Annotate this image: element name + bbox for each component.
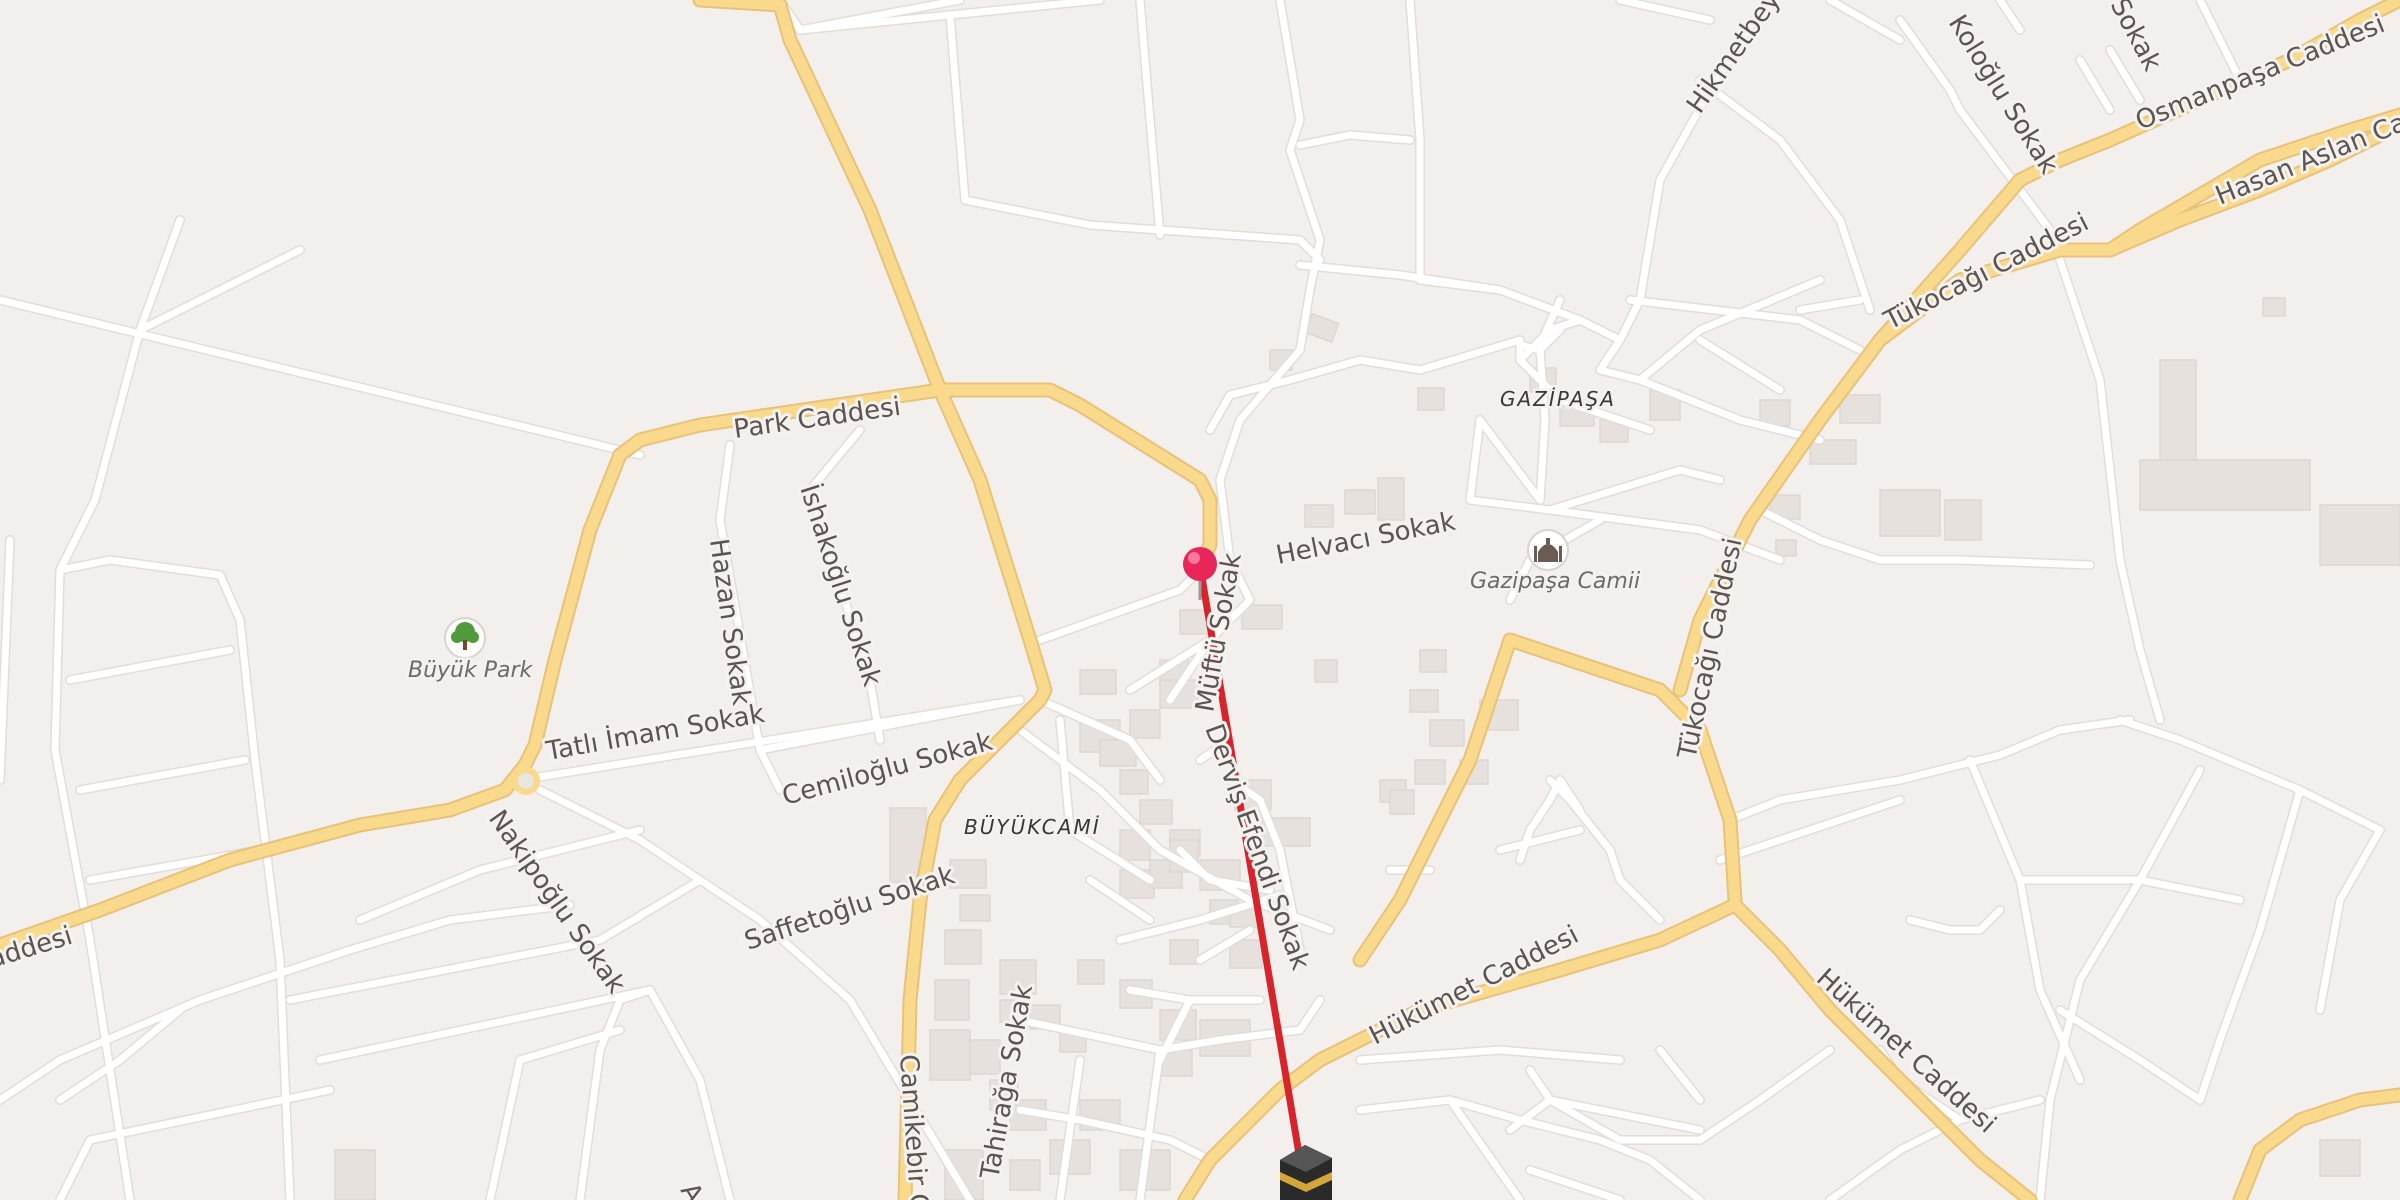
district-label-gazipasa: GAZİPAŞA (1500, 387, 1616, 411)
district-label-buyukcami: BÜYÜKCAMİ (964, 815, 1101, 839)
poi-label-buyuk-park: Büyük Park (408, 658, 534, 683)
poi-label-gazipasa-camii: Gazipaşa Camii (1470, 569, 1640, 594)
roundabout (512, 767, 540, 795)
map-canvas[interactable]: Osmanpaşa Caddesi Hasan Aslan Cad Tükoca… (0, 0, 2400, 1200)
